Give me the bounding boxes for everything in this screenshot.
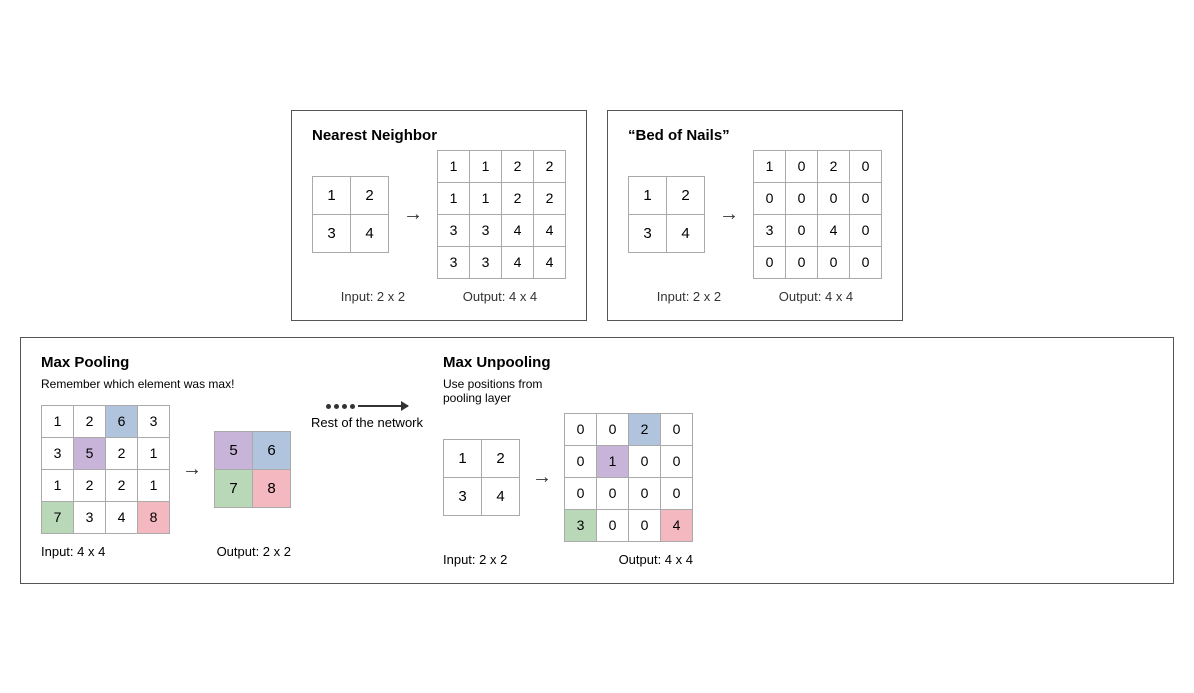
- nn-arrow: →: [403, 203, 423, 226]
- mup-arrow: →: [532, 466, 552, 489]
- nearest-neighbor-panel: Nearest Neighbor 12 34 → 1122 1122: [291, 110, 587, 321]
- nn-input-grid: 12 34: [312, 176, 389, 253]
- mup-input-grid: 12 34: [443, 439, 520, 516]
- mp-input-grid: 1 2 6 3 3 5 2 1 1 2 2 1: [41, 405, 170, 534]
- mp-subtitle: Remember which element was max!: [41, 377, 291, 391]
- max-unpooling-section: Max Unpooling Use positions from pooling…: [443, 354, 693, 567]
- nn-output-grid: 1122 1122 3344 3344: [437, 150, 566, 279]
- nn-output-label: Output: 4 x 4: [463, 289, 537, 304]
- mup-title: Max Unpooling: [443, 354, 693, 371]
- bottom-panel: Max Pooling Remember which element was m…: [20, 337, 1174, 584]
- mup-subtitle2: pooling layer: [443, 391, 693, 405]
- bon-output-label: Output: 4 x 4: [779, 289, 853, 304]
- bon-input-grid: 12 34: [628, 176, 705, 253]
- nn-input-label: Input: 2 x 2: [341, 289, 405, 304]
- bon-title: “Bed of Nails”: [628, 127, 882, 144]
- nn-title: Nearest Neighbor: [312, 127, 566, 144]
- max-pooling-section: Max Pooling Remember which element was m…: [41, 354, 291, 559]
- bon-input-label: Input: 2 x 2: [657, 289, 721, 304]
- dot1: [326, 404, 331, 409]
- mup-output-grid: 0 0 2 0 0 1 0 0: [564, 413, 693, 542]
- dots-arrow-row: [326, 404, 408, 409]
- bon-arrow: →: [719, 203, 739, 226]
- arrowhead: [401, 401, 409, 411]
- mup-input-label: Input: 2 x 2: [443, 552, 507, 567]
- mp-title: Max Pooling: [41, 354, 291, 371]
- mup-subtitle1: Use positions from: [443, 377, 693, 391]
- network-arrow-section: Rest of the network: [311, 404, 423, 430]
- arrow-line: [358, 405, 408, 407]
- mp-input-label: Input: 4 x 4: [41, 544, 105, 559]
- bed-of-nails-panel: “Bed of Nails” 12 34 → 1020 0000: [607, 110, 903, 321]
- mp-output-grid: 5 6 7 8: [214, 431, 291, 508]
- rest-of-network-label: Rest of the network: [311, 415, 423, 430]
- mp-arrow: →: [182, 458, 202, 481]
- bon-output-grid: 1020 0000 3040 0000: [753, 150, 882, 279]
- mup-output-label: Output: 4 x 4: [619, 552, 693, 567]
- mp-output-label: Output: 2 x 2: [217, 544, 291, 559]
- dot2: [334, 404, 339, 409]
- dot3: [342, 404, 347, 409]
- dot4: [350, 404, 355, 409]
